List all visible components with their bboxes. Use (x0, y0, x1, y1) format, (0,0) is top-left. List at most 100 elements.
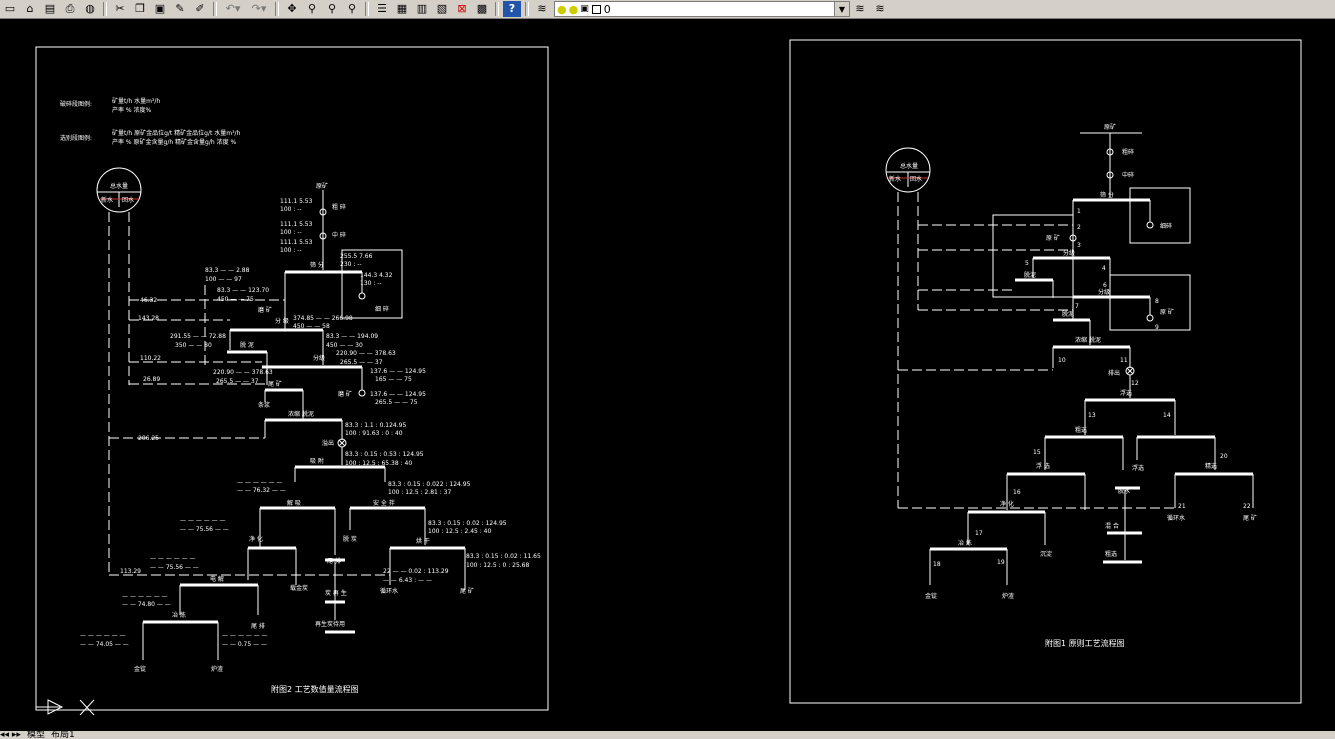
svg-text:炭 再 生: 炭 再 生 (325, 589, 347, 597)
svg-text:炉渣: 炉渣 (1002, 592, 1014, 600)
svg-text:22: 22 (1243, 503, 1251, 510)
toolbar-separator (365, 2, 369, 16)
properties-icon[interactable]: ☰ (373, 1, 391, 17)
svg-text:混 合: 混 合 (1105, 522, 1119, 530)
svg-text:粗选: 粗选 (1075, 426, 1087, 434)
svg-text:安 全 拌: 安 全 拌 (373, 499, 395, 507)
svg-text:中碎: 中碎 (1122, 171, 1134, 179)
svg-text:浮选: 浮选 (1132, 464, 1144, 472)
help-icon[interactable]: ? (503, 1, 521, 17)
svg-text:291.55 — — 72.88: 291.55 — — 72.88 (170, 333, 226, 340)
svg-text:脱 泥: 脱 泥 (240, 341, 254, 349)
quickcalc-icon[interactable]: ▩ (473, 1, 491, 17)
svg-text:83.3 : 0.15 : 0.02 : 124.95: 83.3 : 0.15 : 0.02 : 124.95 (428, 520, 507, 527)
svg-text:100 : 12.5 : 2.81 : 37: 100 : 12.5 : 2.81 : 37 (388, 489, 451, 496)
svg-text:载金炭: 载金炭 (290, 584, 308, 592)
svg-text:磨 矿: 磨 矿 (338, 390, 352, 398)
svg-text:新水: 新水 (101, 196, 113, 204)
zoom-window-icon[interactable]: ⚲ (323, 1, 341, 17)
right-drawing-caption: 附图1 原则工艺流程图 (1045, 638, 1125, 648)
svg-text:分级: 分级 (313, 354, 325, 362)
undo-icon[interactable]: ↶▾ (221, 1, 245, 17)
left-drawing-caption: 附图2 工艺数值量流程图 (271, 684, 359, 694)
zoom-previous-icon[interactable]: ⚲ (343, 1, 361, 17)
layer-name: 0 (603, 2, 611, 16)
svg-text:— — — — — —: — — — — — — (150, 555, 196, 562)
svg-text:产率 % 浓度%: 产率 % 浓度% (112, 106, 152, 114)
publish-icon[interactable]: ◍ (81, 1, 99, 17)
pan-icon[interactable]: ✥ (283, 1, 301, 17)
svg-text:金锭: 金锭 (925, 592, 937, 600)
svg-text:矿量t/h 原矿金品位g/t 精矿金品位g/t 水量m³/h: 矿量t/h 原矿金品位g/t 精矿金品位g/t 水量m³/h (112, 129, 241, 137)
design-center-icon[interactable]: ▦ (393, 1, 411, 17)
svg-text:143.28: 143.28 (138, 315, 159, 322)
make-current-layer-icon[interactable]: ≋ (851, 1, 869, 17)
zoom-realtime-icon[interactable]: ⚲ (303, 1, 321, 17)
svg-text:130 : --: 130 : -- (360, 280, 382, 287)
svg-text:尾 排: 尾 排 (327, 557, 341, 565)
svg-text:110.22: 110.22 (140, 355, 161, 362)
svg-text:111.1 5.53: 111.1 5.53 (280, 221, 313, 228)
svg-text:111.1 5.53: 111.1 5.53 (280, 198, 313, 205)
paste-icon[interactable]: ▣ (151, 1, 169, 17)
redo-icon[interactable]: ↷▾ (247, 1, 271, 17)
svg-text:尾 矿: 尾 矿 (460, 587, 474, 595)
tab-nav-arrows[interactable]: ◂◂ ▸▸ (0, 731, 21, 739)
svg-text:解 吸: 解 吸 (287, 499, 301, 507)
svg-text:83.3 : 1.1 : 0.124.95: 83.3 : 1.1 : 0.124.95 (345, 422, 406, 429)
svg-text:83.3 : 0.15 : 0.53 : 124.95: 83.3 : 0.15 : 0.53 : 124.95 (345, 451, 424, 458)
svg-text:浓缩 脱泥: 浓缩 脱泥 (288, 410, 314, 418)
chevron-down-icon[interactable]: ▼ (834, 2, 849, 16)
svg-text:回水: 回水 (122, 196, 134, 204)
svg-text:22 — — 0.02 : 113.29: 22 — — 0.02 : 113.29 (383, 568, 449, 575)
layer-manager-icon[interactable]: ≋ (533, 1, 551, 17)
svg-text:100 : --: 100 : -- (280, 206, 302, 213)
svg-text:18: 18 (933, 561, 941, 568)
layer-previous-icon[interactable]: ≋ (871, 1, 889, 17)
svg-text:— — 6.43 : — —: — — 6.43 : — — (383, 577, 432, 584)
tab-layout1[interactable]: 布局1 (51, 731, 75, 739)
svg-text:脱泥: 脱泥 (1024, 271, 1036, 279)
tab-model[interactable]: 模型 (27, 731, 45, 739)
svg-text:产率 % 原矿金含量g/h 精矿金含量g/h 浓度 %: 产率 % 原矿金含量g/h 精矿金含量g/h 浓度 % (112, 138, 237, 146)
drawing-canvas[interactable]: 破碎段图例: 矿量t/h 水量m³/h 产率 % 浓度% 选别段图例: 矿量t/… (0, 19, 1335, 731)
svg-text:7: 7 (1075, 303, 1079, 310)
svg-text:450 — — 30: 450 — — 30 (326, 342, 363, 349)
block-editor-icon[interactable]: ✐ (191, 1, 209, 17)
save-icon[interactable]: ▤ (41, 1, 59, 17)
layer-dropdown[interactable]: ● ● ▣ 0 ▼ (554, 1, 850, 17)
svg-text:净 化: 净 化 (1000, 500, 1014, 508)
svg-text:沉淀: 沉淀 (1040, 550, 1052, 558)
svg-text:再生炭待用: 再生炭待用 (315, 620, 345, 628)
svg-text:11: 11 (1120, 357, 1128, 364)
svg-text:113.29: 113.29 (120, 568, 141, 575)
svg-text:265.5 — — 37: 265.5 — — 37 (340, 359, 383, 366)
svg-text:金锭: 金锭 (134, 665, 146, 673)
svg-text:烘 干: 烘 干 (416, 537, 430, 545)
svg-text:电 解: 电 解 (210, 575, 224, 583)
open-icon[interactable]: ⌂ (21, 1, 39, 17)
svg-text:16: 16 (1013, 489, 1021, 496)
svg-text:— — 0.75 — —: — — 0.75 — — (222, 641, 267, 648)
markup-icon[interactable]: ⊠ (453, 1, 471, 17)
sheet-set-icon[interactable]: ▧ (433, 1, 451, 17)
lock-icon: ▣ (580, 4, 589, 14)
svg-text:6: 6 (1103, 282, 1107, 289)
tool-palettes-icon[interactable]: ▥ (413, 1, 431, 17)
svg-text:尾 矿: 尾 矿 (268, 380, 282, 388)
svg-text:— — — — — —: — — — — — — (237, 479, 283, 486)
svg-text:— — 74.05 — —: — — 74.05 — — (80, 641, 129, 648)
svg-text:分 级: 分 级 (275, 317, 289, 325)
new-icon[interactable]: ▭ (1, 1, 19, 17)
svg-text:选别段图例:: 选别段图例: (60, 134, 92, 142)
svg-text:中 碎: 中 碎 (332, 231, 346, 239)
svg-text:总水量: 总水量 (900, 162, 918, 170)
svg-text:83.3 : 0.15 : 0.02 : 11.65: 83.3 : 0.15 : 0.02 : 11.65 (466, 553, 541, 560)
print-icon[interactable]: ⎙ (61, 1, 79, 17)
copy-icon[interactable]: ❐ (131, 1, 149, 17)
svg-text:冶 炼: 冶 炼 (172, 611, 186, 619)
svg-text:83.3 — — 123.70: 83.3 — — 123.70 (217, 287, 269, 294)
svg-text:100 : --: 100 : -- (280, 247, 302, 254)
match-properties-icon[interactable]: ✎ (171, 1, 189, 17)
cut-icon[interactable]: ✂ (111, 1, 129, 17)
